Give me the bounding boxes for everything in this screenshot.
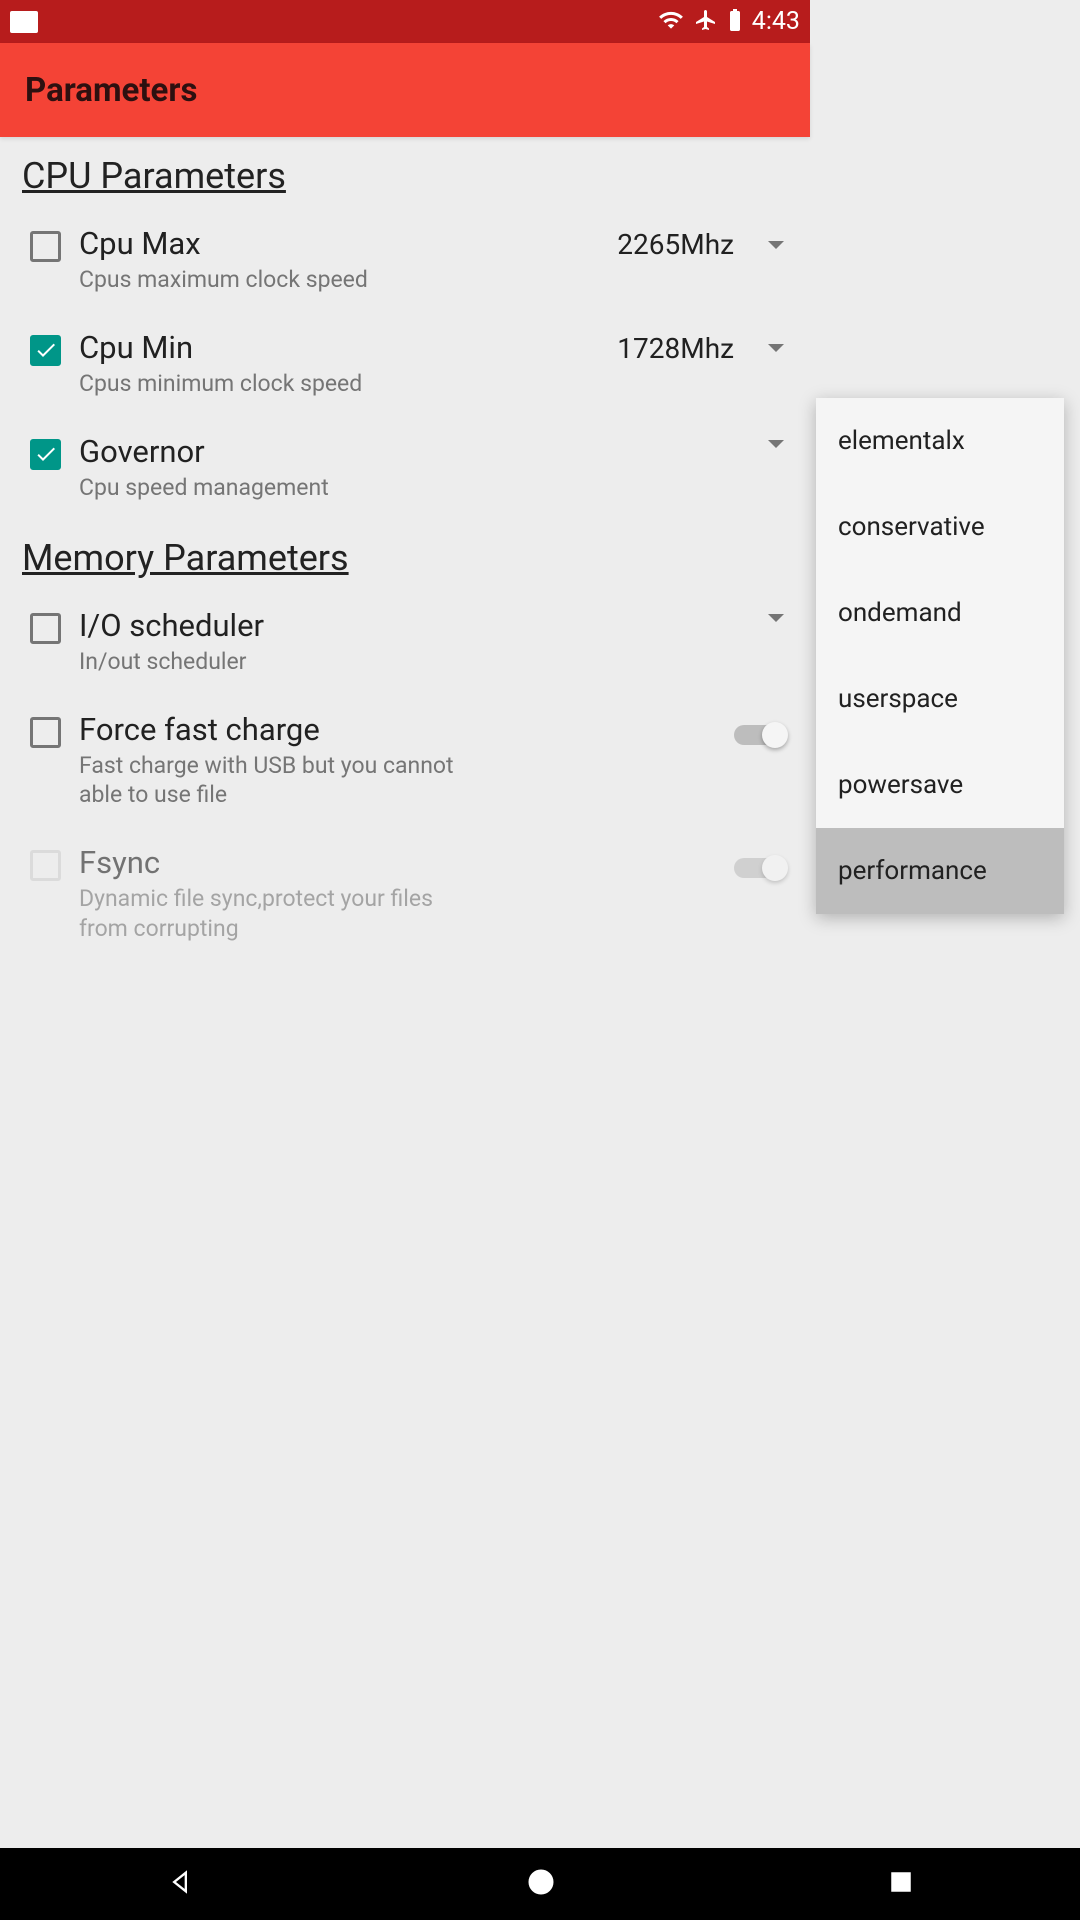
dropdown-cpu-min[interactable]: 1728Mhz [617, 332, 788, 365]
checkbox-fsync[interactable] [30, 850, 61, 881]
overview-icon[interactable] [888, 1869, 914, 1899]
param-title: Governor [79, 433, 788, 470]
page-title: Parameters [25, 71, 197, 110]
dropdown-item-powersave[interactable]: powersave [816, 742, 1064, 828]
checkbox-cpu-max[interactable] [30, 231, 61, 262]
param-title: I/O scheduler [79, 607, 788, 644]
status-bar: 4:43 [0, 0, 810, 43]
param-text: Cpu Max Cpus maximum clock speed [79, 225, 617, 295]
chevron-down-icon [768, 440, 784, 448]
param-description: Cpus minimum clock speed [79, 369, 617, 399]
dropdown-io-scheduler[interactable] [768, 614, 788, 622]
param-description: Fast charge with USB but you cannot able… [79, 751, 459, 811]
status-left [10, 11, 38, 33]
param-io-scheduler[interactable]: I/O scheduler In/out scheduler [30, 607, 788, 677]
content: CPU Parameters Cpu Max Cpus maximum cloc… [0, 155, 810, 944]
param-title: Fsync [79, 844, 459, 881]
status-time: 4:43 [752, 7, 800, 36]
param-text: I/O scheduler In/out scheduler [79, 607, 788, 677]
app-bar: Parameters [0, 43, 810, 137]
param-title: Cpu Max [79, 225, 617, 262]
section-header-memory: Memory Parameters [22, 537, 788, 579]
chevron-down-icon [768, 241, 784, 249]
param-text: Fsync Dynamic file sync,protect your fil… [79, 844, 459, 944]
param-text: Cpu Min Cpus minimum clock speed [79, 329, 617, 399]
home-icon[interactable] [526, 1867, 556, 1901]
dropdown-cpu-max[interactable]: 2265Mhz [617, 228, 788, 261]
param-value: 2265Mhz [617, 228, 734, 261]
toggle-fast-charge[interactable] [734, 725, 784, 745]
recent-app-icon [10, 11, 38, 33]
dropdown-governor[interactable] [768, 440, 788, 448]
airplane-icon [694, 8, 718, 36]
dropdown-item-elementalx[interactable]: elementalx [816, 398, 1064, 484]
param-fsync[interactable]: Fsync Dynamic file sync,protect your fil… [30, 844, 788, 944]
dropdown-item-performance[interactable]: performance [816, 828, 1064, 914]
param-description: Cpus maximum clock speed [79, 265, 617, 295]
back-icon[interactable] [166, 1868, 194, 1900]
param-fast-charge[interactable]: Force fast charge Fast charge with USB b… [30, 711, 788, 811]
param-description: Dynamic file sync,protect your files fro… [79, 884, 459, 944]
dropdown-item-ondemand[interactable]: ondemand [816, 570, 1064, 656]
toggle-fsync[interactable] [734, 858, 784, 878]
checkbox-io-scheduler[interactable] [30, 613, 61, 644]
dropdown-item-userspace[interactable]: userspace [816, 656, 1064, 742]
dropdown-item-conservative[interactable]: conservative [816, 484, 1064, 570]
param-description: In/out scheduler [79, 647, 788, 677]
chevron-down-icon [768, 614, 784, 622]
navigation-bar [0, 1848, 1080, 1920]
checkbox-cpu-min[interactable] [30, 335, 61, 366]
param-cpu-max[interactable]: Cpu Max Cpus maximum clock speed 2265Mhz [30, 225, 788, 295]
param-title: Cpu Min [79, 329, 617, 366]
param-governor[interactable]: Governor Cpu speed management [30, 433, 788, 503]
param-description: Cpu speed management [79, 473, 788, 503]
param-value: 1728Mhz [617, 332, 734, 365]
checkbox-fast-charge[interactable] [30, 717, 61, 748]
battery-icon [728, 8, 742, 36]
chevron-down-icon [768, 344, 784, 352]
param-text: Governor Cpu speed management [79, 433, 788, 503]
param-title: Force fast charge [79, 711, 459, 748]
section-header-cpu: CPU Parameters [22, 155, 788, 197]
dropdown-menu-governor: elementalx conservative ondemand userspa… [816, 398, 1064, 914]
checkbox-governor[interactable] [30, 439, 61, 470]
param-cpu-min[interactable]: Cpu Min Cpus minimum clock speed 1728Mhz [30, 329, 788, 399]
param-text: Force fast charge Fast charge with USB b… [79, 711, 459, 811]
status-right: 4:43 [658, 7, 800, 37]
wifi-icon [658, 7, 684, 37]
